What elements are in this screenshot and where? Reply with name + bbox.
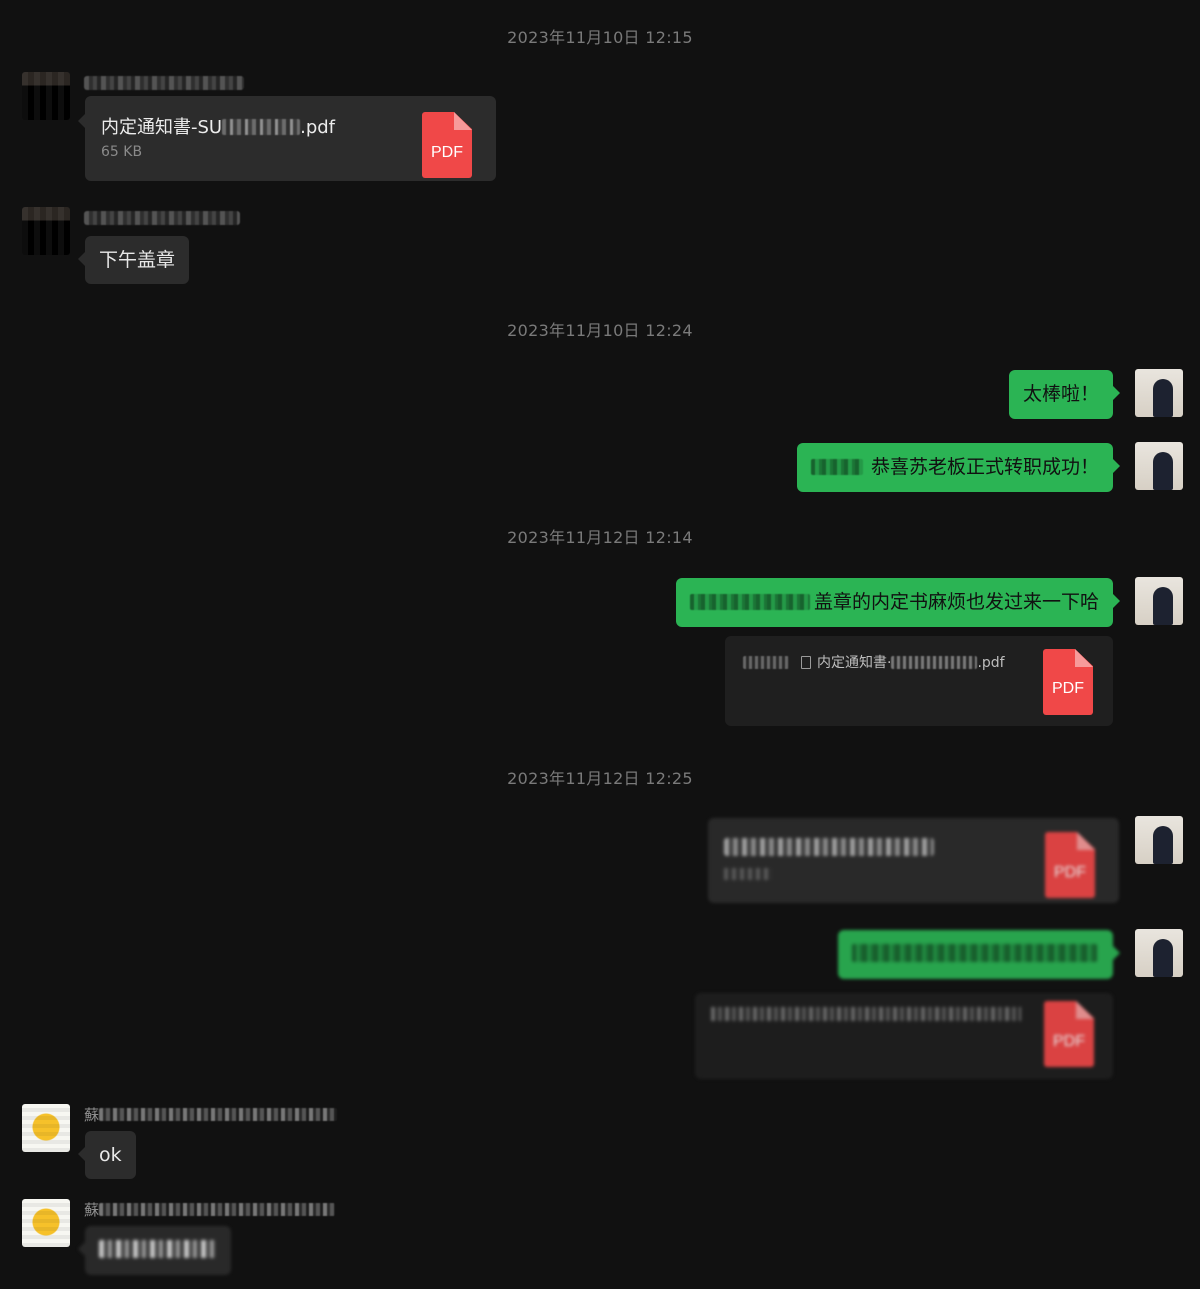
file-message[interactable]: PDF <box>708 818 1119 903</box>
avatar[interactable] <box>1135 577 1183 625</box>
timestamp: 2023年11月12日 12:25 <box>507 769 693 788</box>
text-message[interactable] <box>78 1226 231 1275</box>
sender-name: 蘇 <box>84 1199 336 1220</box>
file-message[interactable]: 内定通知書-SU .pdf 65 KB PDF <box>78 96 496 181</box>
pdf-label: PDF <box>1052 680 1084 697</box>
avatar[interactable] <box>22 207 70 255</box>
avatar[interactable] <box>1135 816 1183 864</box>
text-message[interactable]: 盖章的内定书麻烦也发过来一下哈 <box>675 578 1121 627</box>
pdf-label: PDF <box>431 144 463 161</box>
text-message[interactable]: 下午盖章 <box>77 236 190 284</box>
timestamp: 2023年11月10日 12:15 <box>507 28 693 47</box>
sender-name: 蘇 <box>84 1104 338 1125</box>
avatar[interactable] <box>1135 929 1183 977</box>
text-message[interactable]: ok <box>78 1131 136 1179</box>
text-message[interactable]: 太棒啦！ <box>1008 370 1121 419</box>
quoted-file-message[interactable]: PDF <box>695 993 1113 1079</box>
avatar[interactable] <box>1135 442 1183 490</box>
sender-name <box>84 76 244 90</box>
avatar[interactable] <box>22 1199 70 1247</box>
document-icon <box>801 656 811 669</box>
file-size <box>724 868 772 880</box>
file-name <box>724 838 934 856</box>
avatar[interactable] <box>22 1104 70 1152</box>
avatar[interactable] <box>1135 369 1183 417</box>
text-message[interactable]: 恭喜苏老板正式转职成功！ <box>796 443 1121 492</box>
avatar[interactable] <box>22 72 70 120</box>
file-name: 内定通知書-SU .pdf <box>101 117 336 138</box>
pdf-label: PDF <box>1054 864 1086 881</box>
timestamp: 2023年11月12日 12:14 <box>507 528 693 547</box>
timestamp: 2023年11月10日 12:24 <box>507 321 693 340</box>
quoted-file-message[interactable]: 内定通知書· .pdf PDF <box>725 636 1113 726</box>
quoted-file-name <box>711 1007 1021 1021</box>
sender-name <box>84 211 240 225</box>
text-message[interactable] <box>838 930 1120 979</box>
pdf-label: PDF <box>1053 1033 1085 1050</box>
file-size: 65 KB <box>101 144 143 160</box>
quoted-file-name: 内定通知書· .pdf <box>743 652 1005 672</box>
